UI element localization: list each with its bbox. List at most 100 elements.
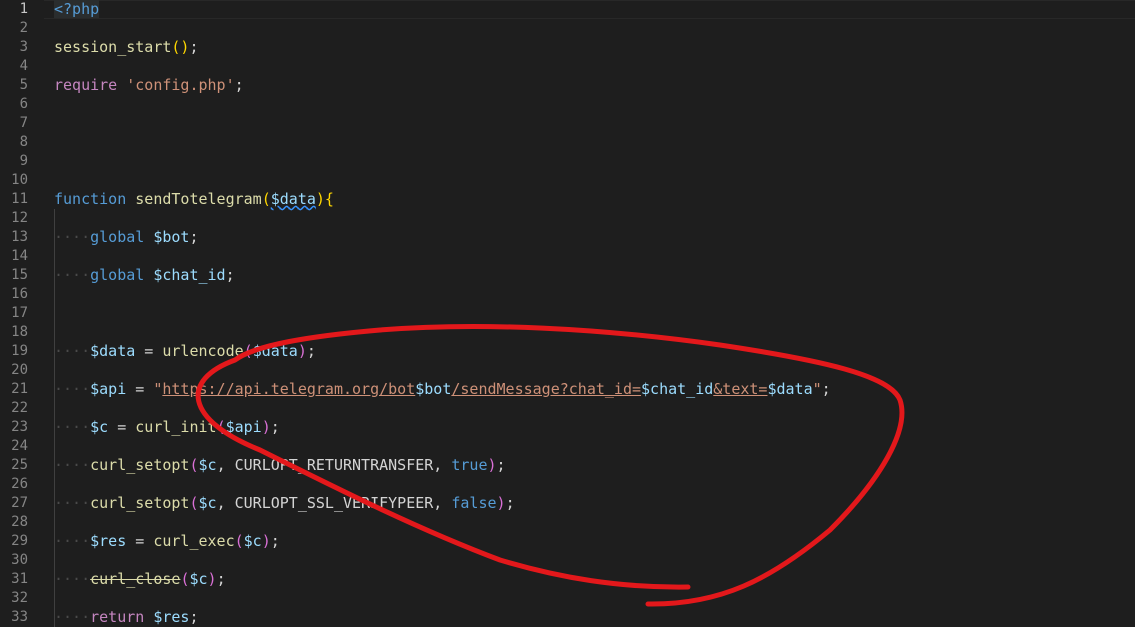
code-token: ;: [270, 532, 280, 550]
line-number: 2: [19, 20, 28, 36]
code-token: ): [207, 570, 217, 588]
code-token: ;: [225, 266, 235, 284]
code-token: $data: [767, 380, 813, 398]
whitespace-marker: ····: [54, 532, 91, 550]
whitespace-marker: ····: [54, 418, 91, 436]
code-line[interactable]: ····$api = " https://api.telegram.org/bot…: [54, 380, 831, 399]
line-number: 29: [11, 533, 28, 549]
code-token: $c: [198, 494, 217, 512]
line-number: 16: [11, 286, 28, 302]
code-token: ): [261, 418, 271, 436]
line-number: 12: [11, 210, 28, 226]
code-token: return: [90, 608, 145, 626]
current-line-highlight: [44, 0, 1135, 19]
code-line[interactable]: ····$c = curl_init($api);: [54, 418, 280, 437]
code-token: $c: [189, 570, 208, 588]
code-token: $data: [90, 342, 136, 360]
code-token: ": [812, 380, 822, 398]
code-token: ;: [189, 608, 199, 626]
line-number: 18: [11, 324, 28, 340]
code-token: =: [108, 418, 136, 436]
line-number: 20: [11, 362, 28, 378]
code-line[interactable]: ····curl_setopt($c, CURLOPT_RETURNTRANSF…: [54, 456, 506, 475]
code-line[interactable]: ····curl_setopt($c, CURLOPT_SSL_VERIFYPE…: [54, 494, 515, 513]
code-token: =: [135, 342, 163, 360]
code-token: function: [54, 190, 127, 208]
code-line[interactable]: session_start();: [54, 38, 199, 57]
code-editor[interactable]: 1 2 3 4 5 6 7 8 9 10 11 12 13 14 15 16 17 18 19 20 21 22 23 24 2…: [0, 0, 1135, 627]
code-token: ;: [189, 228, 199, 246]
line-number: 21: [11, 381, 28, 397]
code-token: $data: [252, 342, 298, 360]
code-line[interactable]: ····global $chat_id;: [54, 266, 235, 285]
code-line[interactable]: ····return $res;: [54, 608, 199, 627]
code-line[interactable]: function sendTotelegram($data){: [54, 190, 334, 209]
code-token: $api: [225, 418, 262, 436]
whitespace-marker: ····: [54, 570, 91, 588]
line-number: 32: [11, 590, 28, 606]
whitespace-marker: ····: [54, 342, 91, 360]
line-number: 13: [11, 229, 28, 245]
whitespace-marker: ····: [54, 494, 91, 512]
code-token: global: [90, 266, 145, 284]
code-token: session_start: [54, 38, 172, 56]
code-token: $chat_id: [153, 266, 226, 284]
code-token: (): [171, 38, 190, 56]
line-number: 19: [11, 343, 28, 359]
whitespace-marker: ····: [54, 608, 91, 626]
code-line[interactable]: ····curl_close($c);: [54, 570, 226, 589]
code-token: require: [54, 76, 118, 94]
code-line[interactable]: <?php: [54, 0, 100, 19]
line-number: 17: [11, 305, 28, 321]
whitespace-marker: ····: [54, 228, 91, 246]
code-token: ){: [315, 190, 334, 208]
line-number: 27: [11, 495, 28, 511]
code-token: global: [90, 228, 145, 246]
code-token: (: [234, 532, 244, 550]
line-number: 26: [11, 476, 28, 492]
code-token: , CURLOPT_SSL_VERIFYPEER,: [216, 494, 452, 512]
line-number: 33: [11, 609, 28, 625]
code-token: =: [126, 532, 154, 550]
code-line[interactable]: ····global $bot;: [54, 228, 199, 247]
code-line[interactable]: ····$data = urlencode($data);: [54, 342, 316, 361]
code-token: true: [451, 456, 488, 474]
code-token: curl_close: [90, 570, 181, 588]
code-token: urlencode: [162, 342, 244, 360]
code-token: $bot: [415, 380, 452, 398]
line-number-gutter[interactable]: 1 2 3 4 5 6 7 8 9 10 11 12 13 14 15 16 17 18 19 20 21 22 23 24 2…: [0, 0, 44, 625]
code-token: sendTotelegram: [135, 190, 262, 208]
code-token: (: [243, 342, 253, 360]
code-token: ;: [821, 380, 831, 398]
code-token: curl_setopt: [90, 456, 190, 474]
line-number: 4: [19, 58, 28, 74]
line-number: 22: [11, 400, 28, 416]
code-token: (: [189, 456, 199, 474]
line-number: 9: [19, 153, 28, 169]
code-token: $c: [198, 456, 217, 474]
line-number: 14: [11, 248, 28, 264]
code-token: ;: [189, 38, 199, 56]
whitespace-marker: ····: [54, 380, 91, 398]
line-number: 5: [19, 77, 28, 93]
code-token: 'config.php': [126, 76, 235, 94]
code-token: (: [216, 418, 226, 436]
code-token: ): [496, 494, 506, 512]
code-line[interactable]: ····$res = curl_exec($c);: [54, 532, 280, 551]
line-number: 7: [19, 115, 28, 131]
code-token: &text=: [713, 380, 768, 398]
code-line[interactable]: require 'config.php';: [54, 76, 244, 95]
code-token: ;: [496, 456, 506, 474]
code-token: $chat_id: [641, 380, 714, 398]
code-token: ;: [216, 570, 226, 588]
whitespace-marker: ····: [54, 266, 91, 284]
code-token: =: [126, 380, 154, 398]
code-token: <?php: [54, 0, 100, 18]
code-token: $c: [243, 532, 262, 550]
code-token: $data: [270, 190, 316, 208]
code-token: false: [451, 494, 497, 512]
